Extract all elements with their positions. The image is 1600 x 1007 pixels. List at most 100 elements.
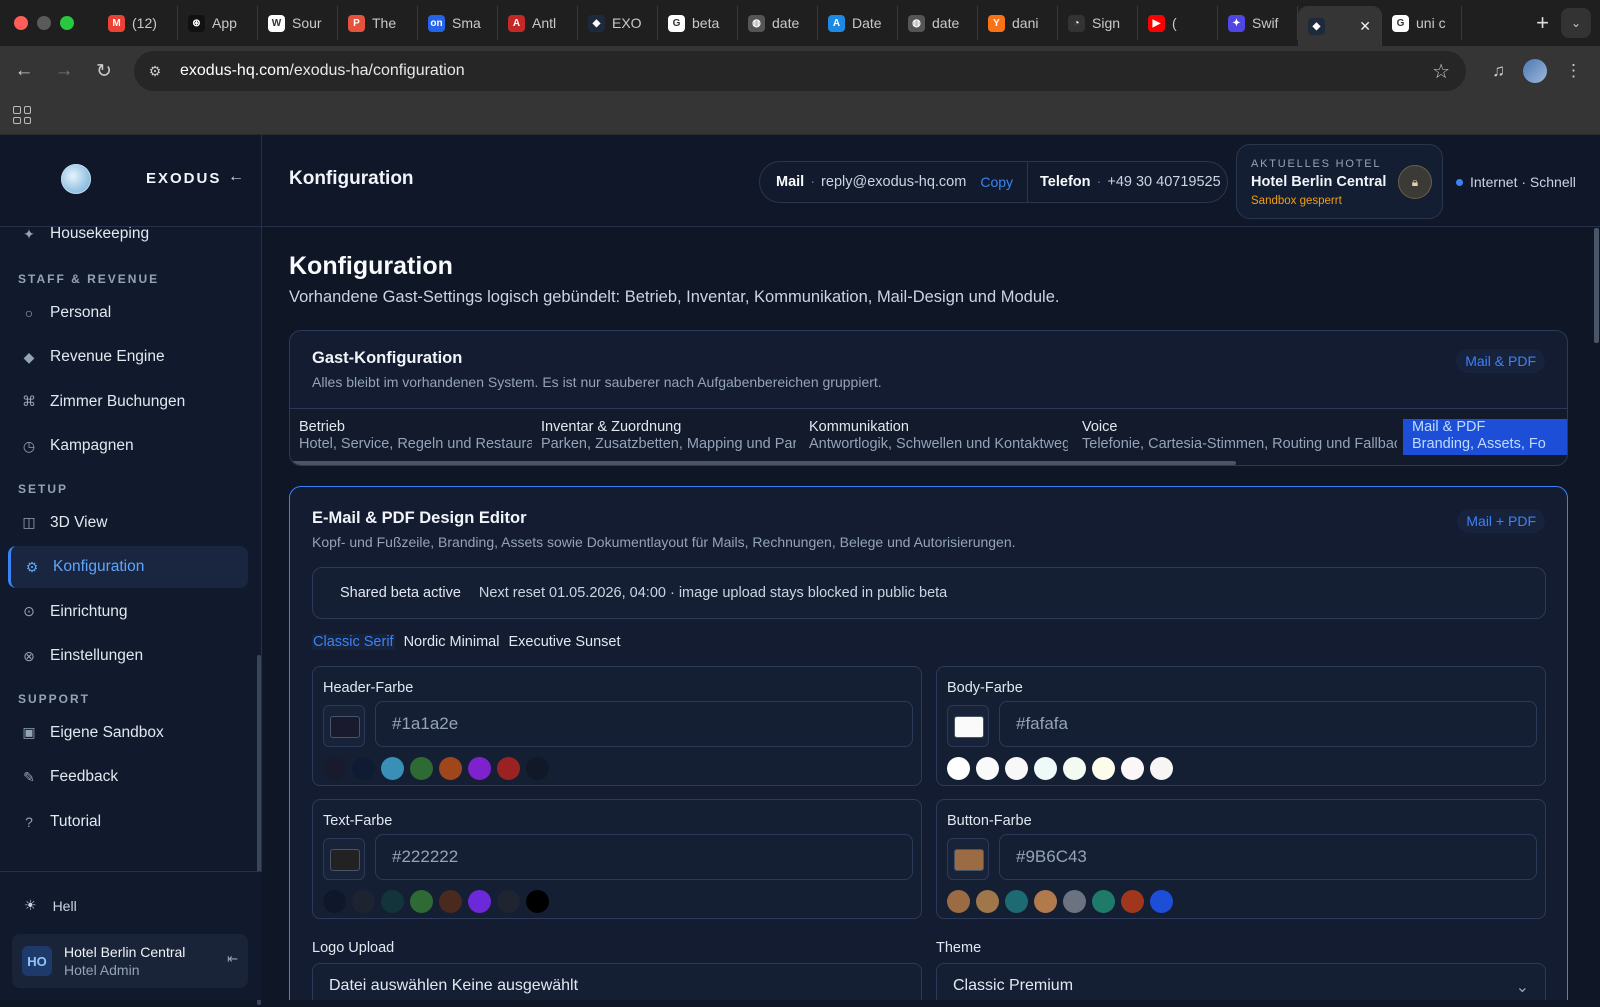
config-tab-kommunikation[interactable]: Kommunikation Antwortlogik, Schwellen und… <box>800 419 1068 455</box>
browser-tab[interactable]: on Sma <box>418 6 498 40</box>
logo-upload-input[interactable]: Datei auswählen Keine ausgewählt <box>312 963 922 1000</box>
color-preset-swatch[interactable] <box>1034 757 1057 780</box>
theme-select[interactable]: Classic Premium ⌄ <box>936 963 1546 1000</box>
config-tab-inventar-zuordnung[interactable]: Inventar & Zuordnung Parken, Zusatzbetten… <box>532 419 796 455</box>
config-tab-voice[interactable]: Voice Telefonie, Cartesia-Stimmen, Routin… <box>1073 419 1397 455</box>
browser-tab[interactable]: ⊛ App <box>178 6 258 40</box>
config-tab-betrieb[interactable]: Betrieb Hotel, Service, Regeln und Restau… <box>290 419 532 455</box>
browser-menu-icon[interactable]: ⋮ <box>1565 61 1582 81</box>
color-preset-swatch[interactable] <box>947 890 970 913</box>
browser-tab[interactable]: M (12) <box>98 6 178 40</box>
color-preset-swatch[interactable] <box>381 890 404 913</box>
color-preset-swatch[interactable] <box>947 757 970 780</box>
theme-toggle[interactable]: ☀ Hell <box>24 897 77 914</box>
reload-icon[interactable]: ↻ <box>84 60 124 83</box>
color-preset-swatch[interactable] <box>1034 890 1057 913</box>
site-info-icon[interactable]: ⚙ <box>144 60 166 82</box>
apps-grid-icon[interactable] <box>13 106 31 124</box>
color-preset-swatch[interactable] <box>1005 757 1028 780</box>
preset-classic-serif[interactable]: Classic Serif <box>312 634 395 650</box>
copy-mail-button[interactable]: Copy <box>980 174 1013 190</box>
header-farbe-swatch[interactable] <box>323 705 365 747</box>
user-card[interactable]: HO Hotel Berlin Central Hotel Admin ⇤ <box>12 934 248 988</box>
profile-avatar[interactable] <box>1523 59 1547 83</box>
new-tab-button[interactable]: + <box>1524 10 1561 36</box>
body-farbe-swatch[interactable] <box>947 705 989 747</box>
browser-tab[interactable]: ◆ ✕ <box>1298 6 1382 46</box>
sidebar-item-housekeeping[interactable]: ✦ Housekeeping <box>8 227 248 255</box>
color-preset-swatch[interactable] <box>1063 890 1086 913</box>
color-preset-swatch[interactable] <box>410 890 433 913</box>
browser-tab[interactable]: Guni c <box>1382 6 1462 40</box>
color-preset-swatch[interactable] <box>1005 890 1028 913</box>
media-controls-icon[interactable]: ♫ <box>1492 61 1505 81</box>
sidebar-item-konfiguration[interactable]: ⚙ Konfiguration <box>8 546 248 588</box>
browser-tab[interactable]: Ydani <box>978 6 1058 40</box>
close-tab-icon[interactable]: ✕ <box>1359 18 1371 35</box>
sidebar-item-feedback[interactable]: ✎ Feedback <box>8 756 248 798</box>
preset-executive-sunset[interactable]: Executive Sunset <box>508 634 620 650</box>
logout-icon[interactable]: ⇤ <box>227 951 238 967</box>
color-preset-swatch[interactable] <box>1121 757 1144 780</box>
color-preset-swatch[interactable] <box>352 757 375 780</box>
color-preset-swatch[interactable] <box>468 890 491 913</box>
text-farbe-input[interactable]: #222222 <box>375 834 913 880</box>
color-preset-swatch[interactable] <box>1063 757 1086 780</box>
bookmark-star-icon[interactable]: ☆ <box>1432 59 1450 84</box>
color-preset-swatch[interactable] <box>439 890 462 913</box>
sidebar-item-personal[interactable]: ○ Personal <box>8 292 248 334</box>
browser-tab[interactable]: ◍ date <box>898 6 978 40</box>
color-preset-swatch[interactable] <box>976 757 999 780</box>
browser-tab[interactable]: A Antl <box>498 6 578 40</box>
browser-tab[interactable]: ◍ date <box>738 6 818 40</box>
browser-tab[interactable]: A Date <box>818 6 898 40</box>
tabs-scrollbar[interactable] <box>290 461 1236 465</box>
back-icon[interactable]: ← <box>4 60 44 82</box>
color-preset-swatch[interactable] <box>1092 757 1115 780</box>
color-preset-swatch[interactable] <box>323 757 346 780</box>
lock-icon[interactable]: 🔒︎ <box>1398 165 1432 199</box>
color-preset-swatch[interactable] <box>497 890 520 913</box>
color-preset-swatch[interactable] <box>323 890 346 913</box>
color-preset-swatch[interactable] <box>381 757 404 780</box>
collapse-sidebar-icon[interactable]: ← <box>228 168 244 186</box>
button-farbe-swatch[interactable] <box>947 838 989 880</box>
browser-tab[interactable]: ✦ Swif <box>1218 6 1298 40</box>
browser-tab[interactable]: ◆ EXO <box>578 6 658 40</box>
browser-tab[interactable]: Gbeta <box>658 6 738 40</box>
sidebar-item-tutorial[interactable]: ? Tutorial <box>8 801 248 843</box>
browser-tab[interactable]: ▶( <box>1138 6 1218 40</box>
color-preset-swatch[interactable] <box>1092 890 1115 913</box>
close-window-button[interactable] <box>14 16 28 30</box>
text-farbe-swatch[interactable] <box>323 838 365 880</box>
browser-tab[interactable]: ◔ Sign <box>1058 6 1138 40</box>
sidebar-item-3d-view[interactable]: ◫ 3D View <box>8 502 248 544</box>
browser-tab[interactable]: W Sour <box>258 6 338 40</box>
tab-search-button[interactable]: ⌄ <box>1561 8 1591 38</box>
address-bar[interactable]: ⚙ exodus-hq.com/exodus-ha/configuration … <box>134 51 1466 91</box>
browser-tab[interactable]: P The <box>338 6 418 40</box>
maximize-window-button[interactable] <box>60 16 74 30</box>
sidebar-item-kampagnen[interactable]: ◷ Kampagnen <box>8 425 248 467</box>
color-preset-swatch[interactable] <box>468 757 491 780</box>
color-preset-swatch[interactable] <box>526 757 549 780</box>
minimize-window-button[interactable] <box>37 16 51 30</box>
header-farbe-input[interactable]: #1a1a2e <box>375 701 913 747</box>
sidebar-item-eigene-sandbox[interactable]: ▣ Eigene Sandbox <box>8 712 248 754</box>
sidebar-item-einrichtung[interactable]: ⊙ Einrichtung <box>8 591 248 633</box>
current-hotel-card[interactable]: AKTUELLES HOTEL Hotel Berlin Central San… <box>1236 144 1443 219</box>
url-text[interactable]: exodus-hq.com/exodus-ha/configuration <box>180 62 465 80</box>
color-preset-swatch[interactable] <box>1150 890 1173 913</box>
color-preset-swatch[interactable] <box>526 890 549 913</box>
color-preset-swatch[interactable] <box>1121 890 1144 913</box>
color-preset-swatch[interactable] <box>497 757 520 780</box>
sidebar-item-einstellungen[interactable]: ⊗ Einstellungen <box>8 635 248 677</box>
button-farbe-input[interactable]: #9B6C43 <box>999 834 1537 880</box>
color-preset-swatch[interactable] <box>1150 757 1173 780</box>
main-scrollbar[interactable] <box>1594 228 1599 343</box>
color-preset-swatch[interactable] <box>976 890 999 913</box>
body-farbe-input[interactable]: #fafafa <box>999 701 1537 747</box>
preset-nordic-minimal[interactable]: Nordic Minimal <box>404 634 500 650</box>
color-preset-swatch[interactable] <box>410 757 433 780</box>
config-tab-mail-pdf[interactable]: Mail & PDF Branding, Assets, Fo <box>1403 419 1567 455</box>
